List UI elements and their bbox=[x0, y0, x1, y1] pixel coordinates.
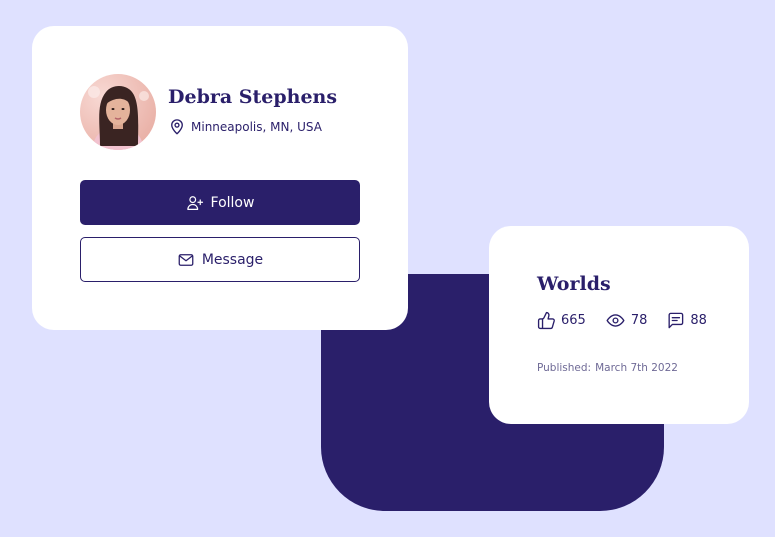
profile-card: Debra Stephens Minneapolis, MN, USA Foll… bbox=[32, 26, 408, 330]
follow-label: Follow bbox=[210, 194, 255, 211]
profile-name: Debra Stephens bbox=[168, 86, 338, 108]
user-plus-icon bbox=[186, 194, 204, 212]
thumbs-up-icon bbox=[537, 311, 556, 330]
post-card[interactable]: Worlds 665 78 88 Published: March 7th 20… bbox=[489, 226, 749, 424]
eye-icon bbox=[605, 311, 626, 330]
views-stat: 78 bbox=[605, 311, 648, 330]
message-button[interactable]: Message bbox=[80, 237, 360, 282]
comments-stat[interactable]: 88 bbox=[666, 311, 707, 330]
views-count: 78 bbox=[630, 313, 648, 328]
map-pin-icon bbox=[168, 118, 186, 136]
avatar[interactable] bbox=[80, 74, 156, 150]
published-value: March 7th 2022 bbox=[595, 362, 678, 374]
message-square-icon bbox=[666, 311, 685, 330]
post-title: Worlds bbox=[537, 273, 611, 295]
comments-count: 88 bbox=[690, 313, 707, 328]
mail-icon bbox=[177, 251, 195, 269]
location-text: Minneapolis, MN, USA bbox=[191, 120, 322, 134]
location-line: Minneapolis, MN, USA bbox=[168, 118, 322, 136]
follow-button[interactable]: Follow bbox=[80, 180, 360, 225]
likes-stat[interactable]: 665 bbox=[537, 311, 586, 330]
published-label: Published: bbox=[537, 362, 592, 374]
likes-count: 665 bbox=[561, 313, 586, 328]
post-stats: 665 78 88 bbox=[537, 311, 707, 330]
published-date: Published: March 7th 2022 bbox=[537, 362, 678, 374]
message-label: Message bbox=[201, 251, 264, 268]
